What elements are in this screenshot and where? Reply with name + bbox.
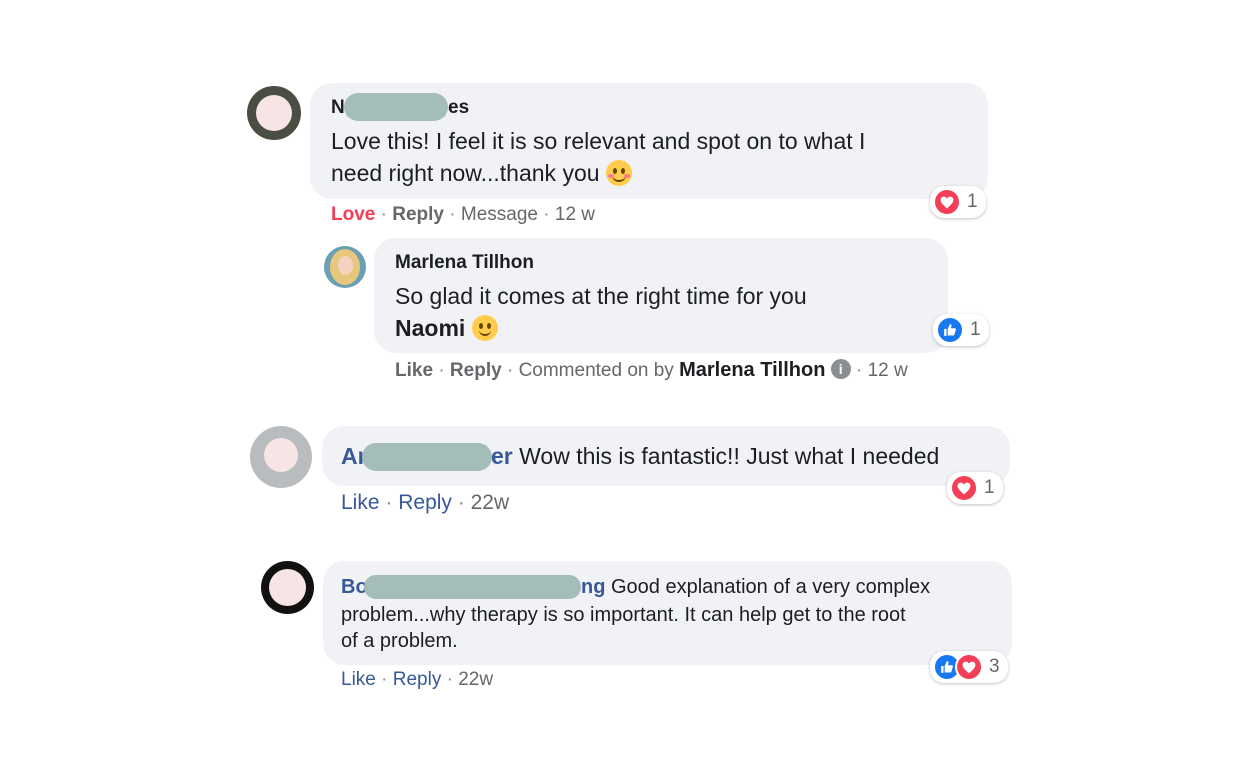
like-button[interactable]: Like: [341, 669, 376, 690]
like-reaction-icon: [936, 316, 964, 344]
reaction-summary[interactable]: 1: [947, 472, 1003, 504]
separator: ·: [380, 204, 387, 225]
reply-button[interactable]: Reply: [393, 669, 442, 690]
reaction-summary[interactable]: 1: [933, 314, 989, 346]
comment-text-line: Good explanation of a very complex: [611, 576, 931, 598]
blurred-face: [269, 569, 306, 606]
comment-text: Love this! I feel it is so relevant and …: [331, 125, 865, 189]
reply-button[interactable]: Reply: [450, 360, 502, 381]
comment-actions: Like · Reply · 22w: [341, 669, 493, 691]
comment-author-end[interactable]: es: [448, 97, 469, 119]
reply-actions: Like · Reply · Commented on by Marlena T…: [395, 359, 908, 382]
comment-actions: Love · Reply · Message · 12 w: [331, 204, 595, 226]
timestamp[interactable]: 22w: [471, 491, 510, 514]
separator: ·: [543, 204, 550, 225]
comment-content: ng Good explanation of a very complex: [581, 576, 930, 599]
comment-text-line: Love this! I feel it is so relevant and …: [331, 128, 866, 154]
smiling-face-icon: [605, 160, 632, 186]
redacted-name: [344, 93, 448, 121]
message-button[interactable]: Message: [461, 204, 538, 225]
reply-text-line: Naomi: [395, 312, 807, 344]
info-icon[interactable]: i: [830, 359, 851, 379]
reply-button[interactable]: Reply: [398, 491, 452, 514]
reply-author[interactable]: Marlena Tillhon: [395, 252, 534, 274]
comment-text: Wow this is fantastic!! Just what I need…: [519, 443, 940, 469]
avatar[interactable]: [247, 86, 301, 140]
love-button[interactable]: Love: [331, 204, 375, 225]
comment-text-line: problem...why therapy is so important. I…: [341, 604, 906, 626]
comment-author-end[interactable]: er: [491, 443, 513, 469]
comment-actions: Like · Reply · 22w: [341, 491, 509, 515]
reply-button[interactable]: Reply: [392, 204, 444, 225]
redacted-name: [364, 575, 581, 599]
reaction-summary[interactable]: 1: [930, 186, 986, 218]
like-button[interactable]: Like: [395, 360, 433, 381]
separator: ·: [506, 360, 514, 381]
comment-content: er Wow this is fantastic!! Just what I n…: [491, 443, 939, 470]
separator: ·: [449, 204, 456, 225]
reaction-count: 1: [967, 191, 978, 212]
avatar[interactable]: [261, 561, 314, 614]
reply-text-line: So glad it comes at the right time for y…: [395, 283, 807, 309]
love-reaction-icon: [933, 188, 961, 216]
reaction-count: 1: [984, 477, 995, 498]
blurred-face: [256, 95, 292, 131]
separator: ·: [457, 491, 465, 514]
timestamp[interactable]: 22w: [458, 669, 493, 690]
comment-text-line: of a problem.: [341, 630, 458, 652]
separator: ·: [855, 360, 863, 381]
commenter-link[interactable]: Marlena Tillhon: [679, 359, 825, 381]
separator: ·: [381, 669, 388, 690]
love-reaction-icon: [950, 474, 978, 502]
separator: ·: [385, 491, 393, 514]
reaction-count: 3: [989, 656, 1000, 677]
timestamp[interactable]: 12 w: [868, 360, 908, 381]
smiley-icon: [471, 315, 498, 341]
love-reaction-icon: [955, 653, 983, 681]
comment-author-end[interactable]: ng: [581, 576, 605, 598]
redacted-name: [362, 443, 492, 471]
reply-text: So glad it comes at the right time for y…: [395, 280, 807, 344]
comment-text-line: need right now...thank you: [331, 157, 865, 189]
mention-link[interactable]: Naomi: [395, 315, 465, 341]
comment-author[interactable]: N: [331, 97, 345, 119]
face: [338, 256, 353, 275]
avatar[interactable]: [324, 246, 366, 288]
separator: ·: [438, 360, 445, 381]
commented-on-by-label: Commented on by: [518, 360, 674, 381]
comment-text: problem...why therapy is so important. I…: [341, 602, 906, 654]
timestamp[interactable]: 12 w: [555, 204, 595, 225]
blurred-face: [264, 438, 298, 472]
like-button[interactable]: Like: [341, 491, 380, 514]
reaction-count: 1: [970, 319, 981, 340]
avatar[interactable]: [250, 426, 312, 488]
separator: ·: [446, 669, 453, 690]
reaction-summary[interactable]: 3: [930, 651, 1008, 683]
